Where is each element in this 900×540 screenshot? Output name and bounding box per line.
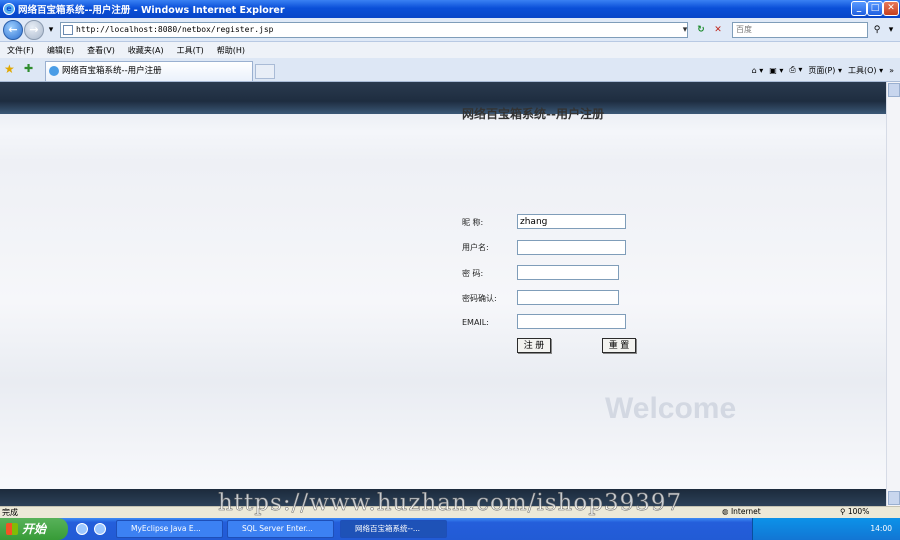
menu-edit[interactable]: 编辑(E) [47, 45, 74, 56]
page-content: Welcome [0, 82, 886, 506]
close-button[interactable]: ✕ [883, 1, 899, 16]
history-dropdown-icon[interactable]: ▾ [44, 22, 58, 38]
zone-label: Internet [730, 507, 761, 516]
favorites-star-icon[interactable]: ★ [4, 62, 15, 76]
search-input[interactable]: 百度 [732, 22, 868, 38]
tab-register[interactable]: 网络百宝箱系统--用户注册 [45, 61, 253, 81]
username-label: 用户名: [462, 243, 489, 252]
address-url: http://localhost:8080/netbox/register.js… [76, 25, 274, 34]
system-tray: 14:00 [752, 518, 900, 540]
back-button[interactable]: ← [3, 20, 23, 40]
print-button[interactable]: ⎙ ▾ [789, 65, 802, 75]
command-bar: ⌂ ▾ ▣ ▾ ⎙ ▾ 页面(P) ▾ 工具(O) ▾ » [752, 61, 894, 79]
password-input[interactable] [517, 265, 619, 280]
scroll-down-icon[interactable] [888, 491, 900, 505]
window-title: 网络百宝箱系统--用户注册 - Windows Internet Explore… [18, 5, 285, 16]
search-go-icon[interactable]: ⚲ [870, 22, 884, 38]
zoom-icon: ⚲ [840, 507, 848, 516]
task-myeclipse[interactable]: MyEclipse Java E... [116, 520, 223, 538]
watermark-text: https://www.huzhan.com/ishop39397 [218, 490, 683, 517]
page-icon [63, 25, 73, 35]
security-zone[interactable]: ◍ Internet [722, 506, 761, 518]
address-dropdown-icon[interactable]: ▾ [678, 22, 692, 38]
menu-bar: 文件(F) 编辑(E) 查看(V) 收藏夹(A) 工具(T) 帮助(H) [0, 42, 900, 58]
minimize-button[interactable]: _ [851, 1, 867, 16]
tab-label: 网络百宝箱系统--用户注册 [62, 66, 162, 76]
menu-tools[interactable]: 工具(T) [177, 45, 204, 56]
menu-file[interactable]: 文件(F) [7, 45, 34, 56]
clock[interactable]: 14:00 [870, 524, 892, 533]
stop-button[interactable]: ✕ [711, 22, 725, 38]
task-sqlserver[interactable]: SQL Server Enter... [227, 520, 334, 538]
quicklaunch-desktop-icon[interactable] [76, 523, 88, 535]
welcome-text: Welcome [605, 392, 737, 425]
forward-button[interactable]: → [24, 20, 44, 40]
address-input[interactable]: http://localhost:8080/netbox/register.js… [60, 22, 688, 38]
windows-flag-icon [6, 523, 18, 535]
zoom-level[interactable]: ⚲ 100% [840, 506, 869, 518]
nickname-label: 昵 称: [462, 218, 484, 227]
form-title: 网络百宝箱系统--用户注册 [462, 107, 604, 121]
username-input[interactable] [517, 240, 626, 255]
tab-ie-icon [49, 66, 59, 76]
quicklaunch-ie-icon[interactable] [94, 523, 106, 535]
page-menu-button[interactable]: 页面(P) ▾ [808, 65, 842, 76]
confirm-password-label: 密码确认: [462, 294, 497, 303]
email-label: EMAIL: [462, 318, 489, 327]
password-label: 密 码: [462, 269, 484, 278]
register-button[interactable]: 注 册 [517, 338, 551, 353]
ie-logo-icon: e [3, 3, 15, 15]
task-ie-register[interactable]: 网络百宝箱系统--... [340, 520, 447, 538]
menu-view[interactable]: 查看(V) [87, 45, 115, 56]
taskbar: 开始 MyEclipse Java E... SQL Server Enter.… [0, 518, 900, 540]
refresh-button[interactable]: ↻ [694, 22, 708, 38]
scroll-up-icon[interactable] [888, 83, 900, 97]
more-button[interactable]: » [889, 66, 894, 75]
zoom-label: 100% [847, 507, 870, 516]
menu-help[interactable]: 帮助(H) [217, 45, 245, 56]
confirm-password-input[interactable] [517, 290, 619, 305]
maximize-button[interactable]: □ [867, 1, 883, 16]
search-dropdown-icon[interactable]: ▾ [884, 22, 898, 38]
start-button[interactable]: 开始 [0, 518, 68, 540]
page-scrollbar[interactable] [886, 82, 900, 506]
window-titlebar: e 网络百宝箱系统--用户注册 - Windows Internet Explo… [0, 0, 900, 18]
feeds-button[interactable]: ▣ ▾ [769, 66, 783, 75]
email-input[interactable] [517, 314, 626, 329]
header-band [0, 82, 886, 114]
add-favorites-icon[interactable]: ✚ [24, 62, 33, 75]
status-text: 完成 [2, 508, 18, 517]
globe-icon: ◍ [722, 507, 731, 516]
tab-bar: ★ ✚ 网络百宝箱系统--用户注册 ⌂ ▾ ▣ ▾ ⎙ ▾ 页面(P) ▾ 工具… [0, 58, 900, 82]
tools-menu-button[interactable]: 工具(O) ▾ [848, 65, 883, 76]
address-toolbar: ← → ▾ http://localhost:8080/netbox/regis… [0, 18, 900, 42]
start-label: 开始 [22, 522, 47, 536]
home-button[interactable]: ⌂ ▾ [752, 66, 764, 75]
nickname-input[interactable] [517, 214, 626, 229]
new-tab-button[interactable] [255, 64, 275, 79]
menu-favorites[interactable]: 收藏夹(A) [128, 45, 164, 56]
reset-button[interactable]: 重 置 [602, 338, 636, 353]
